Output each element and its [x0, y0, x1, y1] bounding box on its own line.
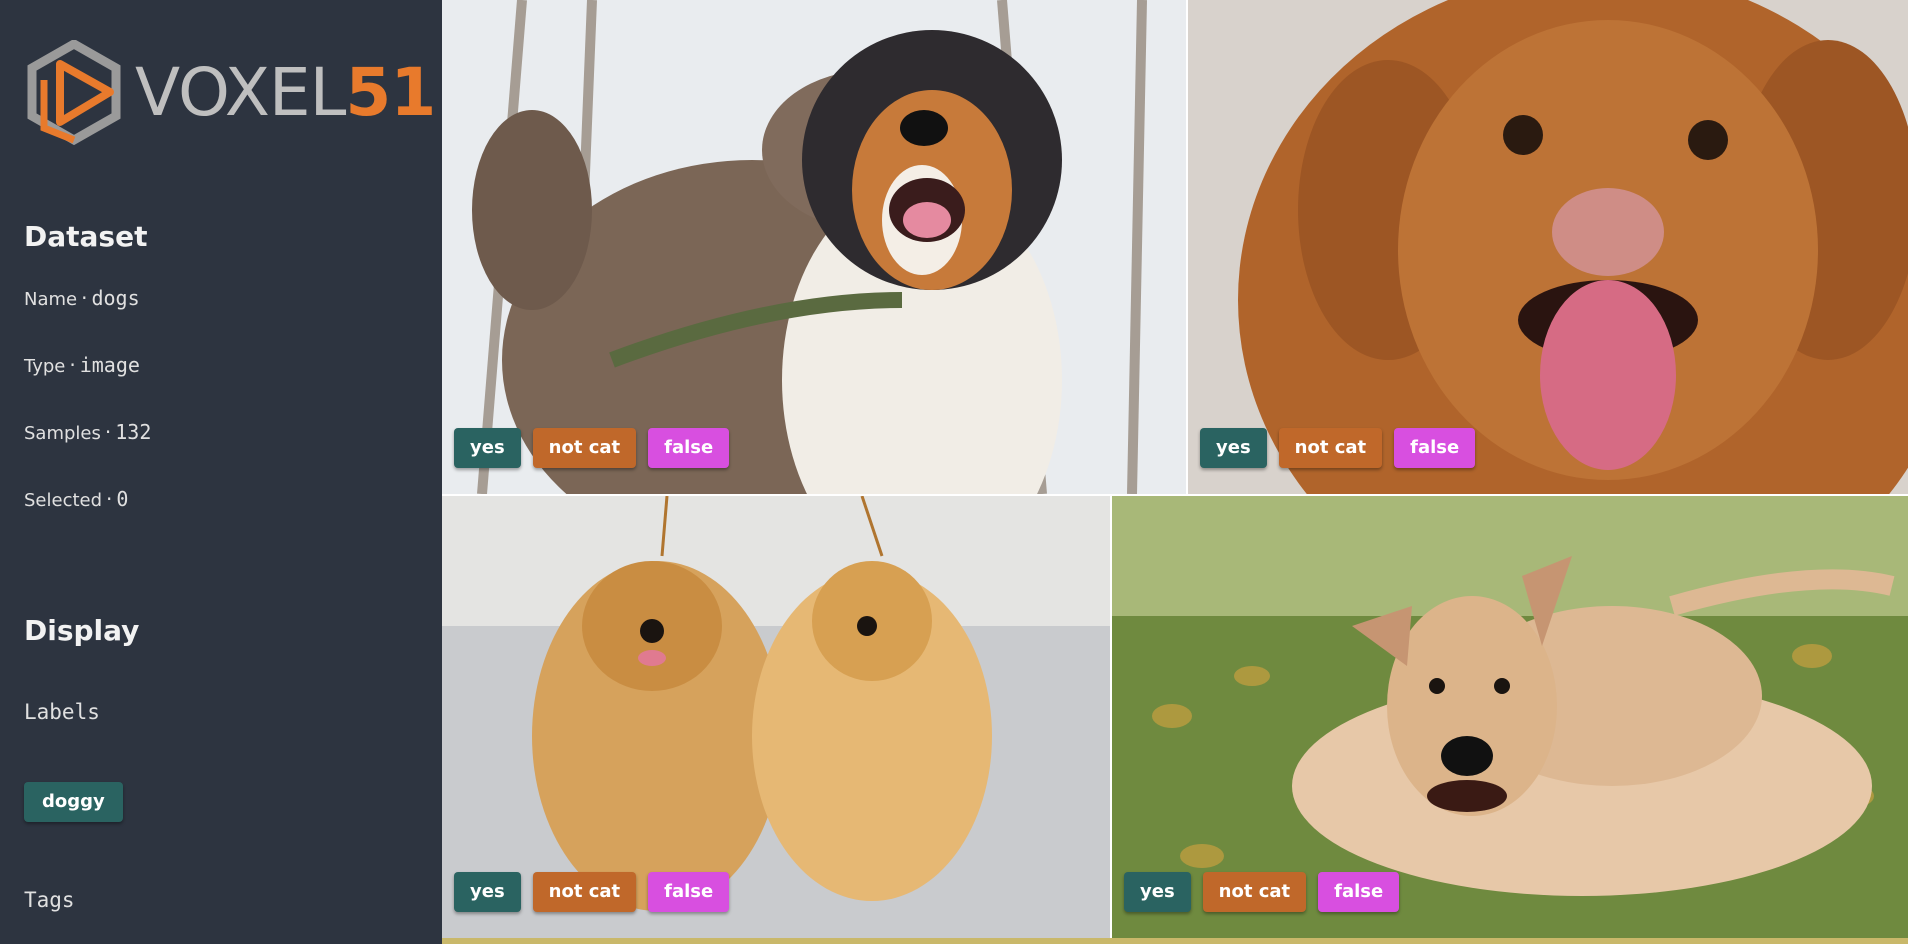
- badge-not-cat[interactable]: not cat: [532, 428, 637, 468]
- sample-tile[interactable]: yes not cat false: [442, 0, 1186, 494]
- dataset-selected-row: Selected · 0: [24, 487, 128, 511]
- logo-number: 51: [345, 54, 436, 131]
- badge-false[interactable]: false: [648, 428, 730, 468]
- badge-yes[interactable]: yes: [454, 872, 521, 912]
- voxel51-logo-icon: [27, 38, 121, 146]
- voxel51-logo[interactable]: VOXEL51: [22, 38, 436, 150]
- dataset-samples-value: 132: [115, 420, 152, 444]
- dataset-selected-value: 0: [116, 487, 129, 511]
- sample-badges: yes not cat false: [1124, 872, 1400, 912]
- dataset-samples-row: Samples · 132: [24, 420, 151, 444]
- sample-tile[interactable]: yes not cat false: [1188, 0, 1908, 494]
- separator: ·: [106, 487, 113, 511]
- sample-grid: yes not cat false yes not cat false yes …: [442, 0, 1908, 944]
- dataset-samples-label: Samples: [24, 423, 101, 444]
- badge-false[interactable]: false: [1394, 428, 1476, 468]
- labels-heading: Labels: [24, 700, 100, 724]
- dataset-type-value: image: [79, 353, 140, 377]
- sample-badges: yes not cat false: [1200, 428, 1476, 468]
- dataset-selected-label: Selected: [24, 490, 103, 511]
- tags-heading: Tags: [24, 888, 75, 912]
- sample-tile[interactable]: yes not cat false: [442, 496, 1110, 938]
- badge-yes[interactable]: yes: [454, 428, 521, 468]
- sample-badges: yes not cat false: [454, 428, 730, 468]
- sample-image: [1188, 0, 1908, 494]
- separator: ·: [81, 286, 88, 310]
- next-row-preview: [442, 938, 1908, 944]
- dataset-name-label: Name: [24, 289, 78, 310]
- badge-yes[interactable]: yes: [1124, 872, 1191, 912]
- badge-false[interactable]: false: [1318, 872, 1400, 912]
- dataset-type-label: Type: [24, 356, 66, 377]
- separator: ·: [69, 353, 76, 377]
- badge-not-cat[interactable]: not cat: [532, 872, 637, 912]
- logo-word: VOXEL: [135, 54, 346, 131]
- sample-image: [442, 0, 1186, 494]
- dataset-heading: Dataset: [24, 220, 148, 253]
- dataset-type-row: Type · image: [24, 353, 140, 377]
- sample-tile[interactable]: yes not cat false: [1112, 496, 1908, 938]
- badge-false[interactable]: false: [648, 872, 730, 912]
- badge-yes[interactable]: yes: [1200, 428, 1267, 468]
- display-heading: Display: [24, 614, 140, 647]
- dataset-name-row: Name · dogs: [24, 286, 140, 310]
- dataset-name-value: dogs: [91, 286, 140, 310]
- badge-not-cat[interactable]: not cat: [1278, 428, 1383, 468]
- logo-wordmark: VOXEL51: [135, 58, 436, 128]
- label-chip-doggy[interactable]: doggy: [24, 782, 123, 822]
- sample-badges: yes not cat false: [454, 872, 730, 912]
- sidebar: VOXEL51 Dataset Name · dogs Type · image Sam…: [0, 0, 442, 944]
- badge-not-cat[interactable]: not cat: [1202, 872, 1307, 912]
- separator: ·: [104, 420, 112, 444]
